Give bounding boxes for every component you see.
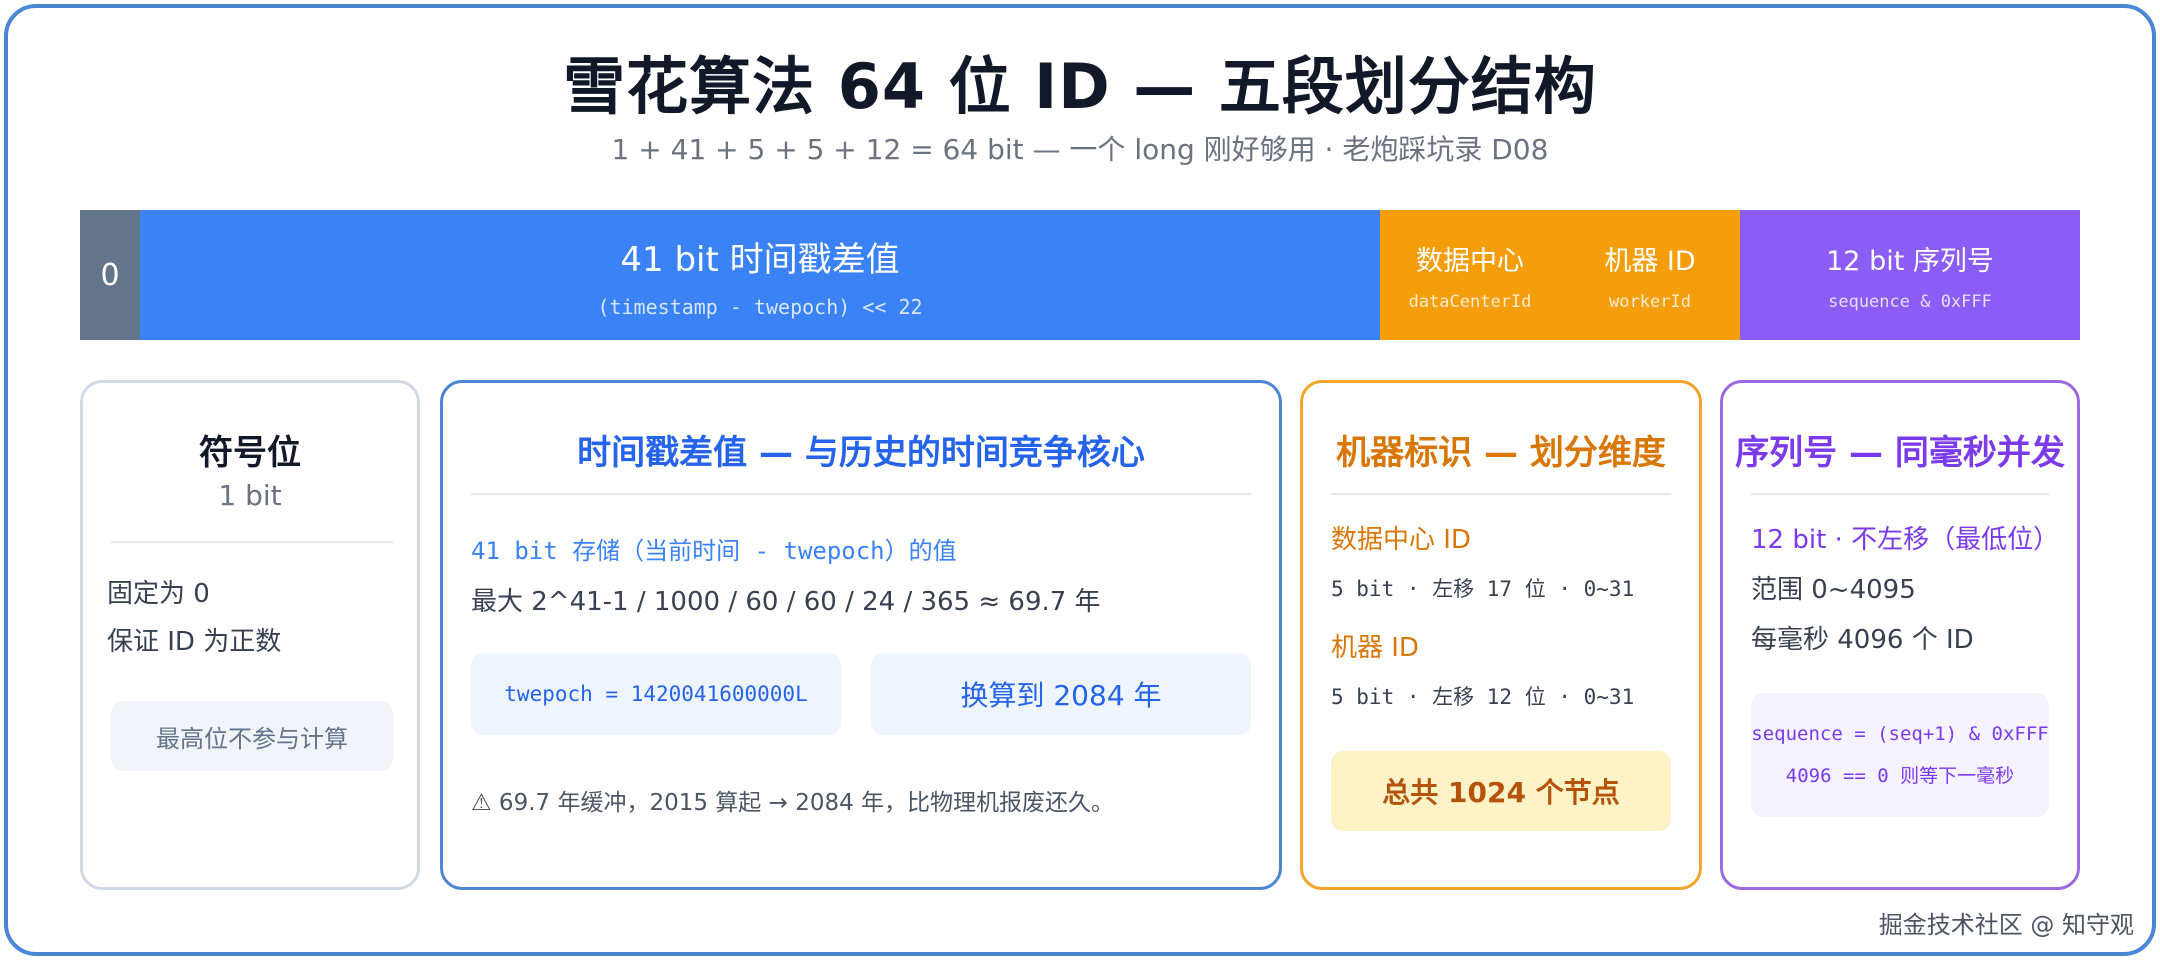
card-timestamp: 时间戳差值 — 与历史的时间竞争核心 41 bit 存储（当前时间 - twep… <box>440 380 1282 890</box>
card-sequence-divider <box>1751 493 2049 495</box>
bit-segment-datacenter: 数据中心 dataCenterId <box>1380 210 1560 340</box>
card-machine-dc-label: 数据中心 ID <box>1331 525 1471 555</box>
card-machine-title: 机器标识 — 划分维度 <box>1336 433 1666 473</box>
card-sequence-code-box: sequence = (seq+1) & 0xFFF 4096 == 0 则等下… <box>1751 693 2049 817</box>
card-sequence-line3: 每毫秒 4096 个 ID <box>1751 625 1974 655</box>
card-timestamp-title: 时间戳差值 — 与历史的时间竞争核心 <box>577 433 1145 473</box>
card-sequence: 序列号 — 同毫秒并发 12 bit · 不左移（最低位） 范围 0~4095 … <box>1720 380 2080 890</box>
card-sequence-title: 序列号 — 同毫秒并发 <box>1735 433 2065 473</box>
card-machine: 机器标识 — 划分维度 数据中心 ID 5 bit · 左移 17 位 · 0~… <box>1300 380 1702 890</box>
bit-segment-sequence-label: 12 bit 序列号 <box>1826 245 1994 277</box>
card-sequence-line1: 12 bit · 不左移（最低位） <box>1751 525 2060 555</box>
card-sign-bits: 1 bit <box>218 479 282 512</box>
page-subtitle: 1 + 41 + 5 + 5 + 12 = 64 bit — 一个 long 刚… <box>611 133 1549 166</box>
card-machine-worker-sub: 5 bit · 左移 12 位 · 0~31 <box>1331 685 1635 709</box>
bit-segment-timestamp: 41 bit 时间戳差值 (timestamp - twepoch) << 22 <box>140 210 1380 340</box>
card-sign-title: 符号位 <box>199 433 301 473</box>
bit-segment-sequence: 12 bit 序列号 sequence & 0xFFF <box>1740 210 2080 340</box>
card-timestamp-line2: 最大 2^41-1 / 1000 / 60 / 60 / 24 / 365 ≈ … <box>471 587 1101 617</box>
bit-bar: 0 41 bit 时间戳差值 (timestamp - twepoch) << … <box>80 210 2080 340</box>
card-machine-total: 总共 1024 个节点 <box>1331 751 1671 831</box>
card-machine-dc-sub: 5 bit · 左移 17 位 · 0~31 <box>1331 577 1635 601</box>
card-timestamp-year-box: 换算到 2084 年 <box>871 653 1251 735</box>
bit-segment-sequence-sub: sequence & 0xFFF <box>1828 291 1992 312</box>
card-sequence-code2: 4096 == 0 则等下一毫秒 <box>1785 765 2015 787</box>
bit-segment-sign-label: 0 <box>100 257 120 293</box>
card-timestamp-warning: ⚠ 69.7 年缓冲，2015 算起 → 2084 年，比物理机报废还久。 <box>471 790 1115 816</box>
card-sequence-line2: 范围 0~4095 <box>1751 575 1916 605</box>
card-sign-line1: 固定为 0 <box>107 579 210 609</box>
bit-segment-datacenter-label: 数据中心 <box>1416 245 1524 277</box>
card-timestamp-twepoch-box: twepoch = 1420041600000L <box>471 653 841 735</box>
card-sign-divider <box>111 541 393 543</box>
card-machine-divider <box>1331 493 1671 495</box>
card-sign-note: 最高位不参与计算 <box>111 701 393 771</box>
bit-segment-worker-label: 机器 ID <box>1604 245 1696 277</box>
card-timestamp-divider <box>471 493 1251 495</box>
bit-segment-timestamp-sub: (timestamp - twepoch) << 22 <box>597 294 923 319</box>
card-timestamp-line1: 41 bit 存储（当前时间 - twepoch）的值 <box>471 537 957 565</box>
card-sign-bit: 符号位 1 bit 固定为 0 保证 ID 为正数 最高位不参与计算 <box>80 380 420 890</box>
page-title: 雪花算法 64 位 ID — 五段划分结构 <box>563 50 1597 123</box>
bit-segment-worker: 机器 ID workerId <box>1560 210 1740 340</box>
bit-segment-datacenter-sub: dataCenterId <box>1408 291 1532 312</box>
bit-segment-sign: 0 <box>80 210 140 340</box>
bit-segment-timestamp-label: 41 bit 时间戳差值 <box>620 239 900 280</box>
watermark: 掘金技术社区 @ 知守观 <box>1878 911 2134 939</box>
card-sequence-code1: sequence = (seq+1) & 0xFFF <box>1751 723 2049 745</box>
card-sign-line2: 保证 ID 为正数 <box>107 627 282 657</box>
bit-segment-worker-sub: workerId <box>1609 291 1691 312</box>
card-machine-worker-label: 机器 ID <box>1331 633 1419 663</box>
